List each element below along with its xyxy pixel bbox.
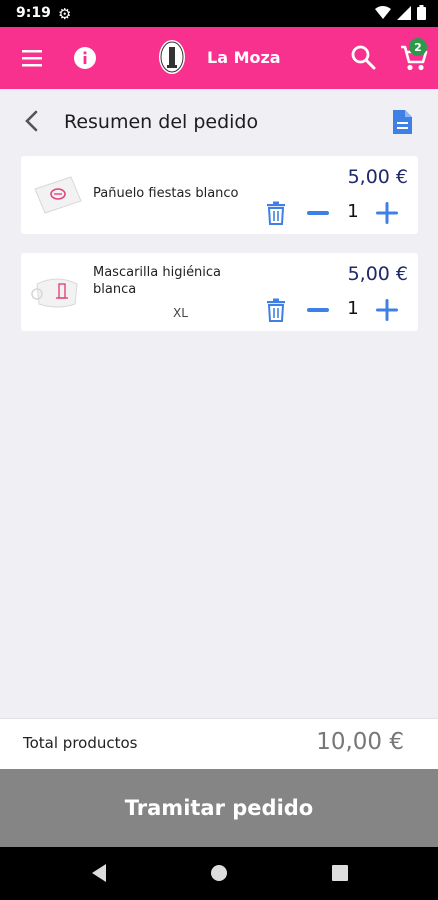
delete-icon[interactable]: [265, 201, 287, 225]
total-label: Total productos: [23, 734, 138, 752]
total-value: 10,00 €: [316, 729, 404, 755]
nav-home-icon[interactable]: [210, 863, 228, 883]
product-price: 5,00 €: [347, 166, 408, 188]
quantity-value: 1: [347, 298, 359, 319]
decrease-quantity-button[interactable]: [307, 211, 329, 215]
system-nav-bar: [0, 847, 438, 900]
increase-quantity-button[interactable]: [375, 298, 399, 322]
product-thumbnail: [34, 176, 82, 214]
signal-icon: [397, 5, 411, 20]
brand-logo: [159, 40, 185, 74]
search-icon[interactable]: [350, 44, 376, 70]
increase-quantity-button[interactable]: [375, 201, 399, 225]
product-price: 5,00 €: [347, 263, 408, 285]
cart-count-badge: 2: [409, 38, 427, 56]
wifi-icon: [375, 5, 391, 19]
brand-name: La Moza: [207, 48, 281, 67]
product-name: Pañuelo fiestas blanco: [93, 186, 239, 201]
decrease-quantity-button[interactable]: [307, 308, 329, 312]
menu-icon[interactable]: [20, 47, 44, 69]
status-icons: [375, 5, 426, 20]
document-icon[interactable]: [391, 109, 413, 135]
product-thumbnail: [31, 278, 78, 308]
settings-status-icon: ⚙: [58, 5, 72, 23]
delete-icon[interactable]: [265, 298, 287, 322]
back-arrow-icon[interactable]: [22, 109, 42, 133]
page-title: Resumen del pedido: [64, 111, 259, 133]
nav-back-icon[interactable]: [90, 863, 108, 883]
checkout-button[interactable]: Tramitar pedido: [0, 769, 438, 847]
info-icon[interactable]: [73, 46, 97, 70]
status-time: 9:19: [16, 5, 51, 21]
product-variant: XL: [173, 306, 188, 320]
page-header: Resumen del pedido: [0, 100, 438, 144]
app-bar: La Moza 2: [0, 27, 438, 89]
total-bar: Total productos 10,00 €: [0, 718, 438, 769]
quantity-value: 1: [347, 201, 359, 222]
battery-icon: [417, 5, 426, 20]
cart-item: Pañuelo fiestas blanco 5,00 € 1: [21, 156, 418, 234]
cart-item: Mascarilla higiénica blanca XL 5,00 € 1: [21, 253, 418, 331]
product-name: Mascarilla higiénica blanca: [93, 265, 222, 297]
nav-recents-icon[interactable]: [331, 863, 349, 883]
status-bar: 9:19 ⚙: [0, 0, 438, 27]
